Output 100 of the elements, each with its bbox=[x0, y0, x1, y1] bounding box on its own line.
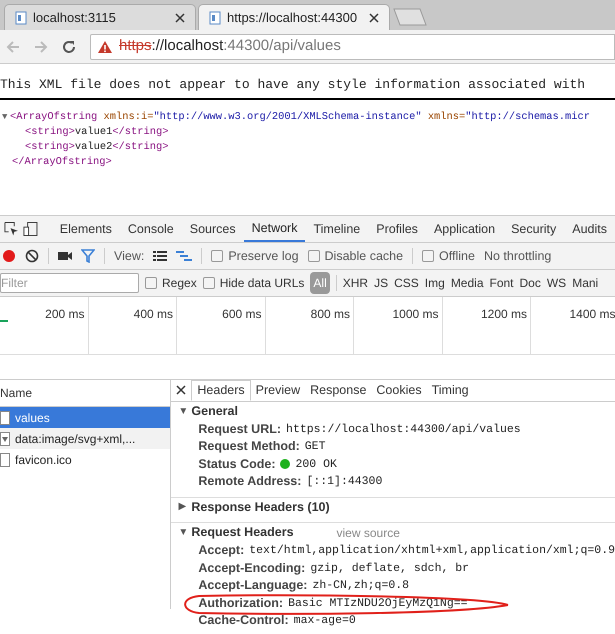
request-name: data:image/svg+xml,... bbox=[15, 430, 136, 448]
header-value: Basic MTIzNDU2OjEyMzQ1Ng== bbox=[288, 596, 468, 612]
detail-tab[interactable]: Headers bbox=[191, 380, 251, 401]
type-filter[interactable]: WS bbox=[546, 274, 566, 292]
checkbox-label: Offline bbox=[439, 248, 475, 265]
tab-title: https://localhost:44300 bbox=[227, 8, 358, 27]
device-icon[interactable] bbox=[22, 221, 38, 237]
header-value: zh-CN,zh;q=0.8 bbox=[312, 578, 410, 594]
request-row[interactable]: data:image/svg+xml,... bbox=[0, 428, 170, 449]
timeline-bar bbox=[0, 320, 8, 322]
checkbox-label: Hide data URLs bbox=[220, 275, 304, 292]
expand-toggle[interactable]: ▼ bbox=[178, 525, 186, 540]
timeline-tick: 800 ms bbox=[310, 307, 350, 321]
section-title[interactable]: General bbox=[191, 402, 238, 420]
header-name: Request Method: bbox=[198, 438, 300, 456]
xml-line: <ArrayOfstring xmlns:i="http://www.w3.org/2001/XMLSchema-instance" xmlns="http://schemas.micr bbox=[10, 110, 590, 124]
header-value: [::1]:44300 bbox=[306, 474, 382, 490]
warning-icon[interactable] bbox=[97, 40, 113, 54]
throttling-dropdown[interactable]: No throttling bbox=[484, 246, 552, 266]
detail-tab[interactable]: Response bbox=[305, 380, 372, 401]
waterfall-view-icon[interactable] bbox=[176, 250, 192, 262]
section-title[interactable]: Response Headers (10) bbox=[191, 498, 330, 516]
header-value: https://localhost:44300/api/values bbox=[286, 422, 521, 438]
detail-tab[interactable]: Cookies bbox=[371, 380, 427, 401]
collapse-toggle[interactable]: ▼ bbox=[0, 110, 10, 124]
checkbox-label: Disable cache bbox=[324, 248, 404, 265]
devtools-tab[interactable]: Security bbox=[503, 216, 564, 242]
type-filter[interactable]: CSS bbox=[394, 274, 419, 292]
type-filter[interactable]: Media bbox=[450, 274, 484, 292]
header-value: GET bbox=[304, 439, 326, 456]
clear-icon[interactable] bbox=[25, 249, 39, 263]
browser-tab[interactable]: https://localhost:44300 bbox=[198, 4, 390, 30]
devtools-tab[interactable]: Audits bbox=[564, 216, 615, 242]
devtools-tab[interactable]: Console bbox=[120, 216, 182, 242]
browser-tab[interactable]: localhost:3115 bbox=[4, 4, 196, 30]
checkbox[interactable] bbox=[211, 250, 224, 262]
type-filter[interactable]: Doc bbox=[520, 274, 541, 292]
page-icon[interactable] bbox=[209, 10, 221, 24]
checkbox-label: Preserve log bbox=[228, 248, 299, 265]
image-file-icon[interactable] bbox=[0, 432, 10, 446]
timeline-tick: 200 ms bbox=[45, 307, 84, 321]
checkbox[interactable] bbox=[145, 277, 157, 289]
filter-icon[interactable] bbox=[81, 249, 95, 263]
close-icon[interactable] bbox=[369, 12, 379, 22]
xml-line: <string>value2</string> bbox=[24, 140, 170, 154]
url-text: https://localhost:44300/api/values bbox=[119, 36, 341, 56]
devtools-tab[interactable]: Timeline bbox=[305, 216, 368, 242]
header-name: Status Code: bbox=[198, 456, 276, 473]
expand-toggle[interactable]: ▶ bbox=[178, 499, 186, 514]
timeline-tick: 600 ms bbox=[222, 307, 262, 321]
file-icon[interactable] bbox=[0, 410, 10, 424]
tab-title: localhost:3115 bbox=[33, 8, 117, 27]
record-icon[interactable] bbox=[2, 249, 16, 263]
type-filter[interactable]: Img bbox=[424, 274, 445, 292]
devtools-tab[interactable]: Application bbox=[426, 216, 504, 242]
type-filter[interactable]: Mani bbox=[572, 274, 598, 292]
expand-toggle[interactable]: ▼ bbox=[178, 404, 186, 419]
header-value: 200 OK bbox=[295, 456, 337, 473]
file-icon[interactable] bbox=[0, 452, 10, 466]
page-icon[interactable] bbox=[15, 10, 27, 24]
close-icon[interactable] bbox=[176, 385, 186, 396]
request-row[interactable]: values bbox=[0, 407, 170, 428]
view-label: View: bbox=[114, 248, 144, 265]
header-name: Cache-Control: bbox=[198, 612, 289, 630]
checkbox[interactable] bbox=[422, 250, 434, 262]
xml-line: <string>value1</string> bbox=[24, 124, 170, 140]
devtools-tab[interactable]: Sources bbox=[182, 216, 244, 242]
timeline-tick: 1000 ms bbox=[392, 307, 438, 321]
checkbox[interactable] bbox=[308, 250, 320, 262]
timeline-tick: 1200 ms bbox=[480, 307, 527, 321]
checkbox-label: Regex bbox=[162, 275, 197, 292]
detail-tab[interactable]: Timing bbox=[426, 380, 474, 401]
filter-field[interactable]: Filter bbox=[0, 273, 139, 293]
address-bar[interactable]: https://localhost:44300/api/values bbox=[90, 34, 615, 60]
xml-notice: This XML file does not appear to have any style information associated with bbox=[0, 64, 615, 100]
camera-icon[interactable] bbox=[58, 250, 72, 262]
checkbox[interactable] bbox=[202, 277, 215, 289]
devtools-tab[interactable]: Profiles bbox=[368, 216, 426, 242]
header-value: gzip, deflate, sdch, br bbox=[310, 560, 470, 577]
new-tab-icon[interactable] bbox=[392, 8, 428, 26]
timeline-tick: 400 ms bbox=[134, 307, 173, 321]
type-filter[interactable]: XHR bbox=[342, 274, 368, 292]
close-icon[interactable] bbox=[175, 12, 185, 22]
reload-icon[interactable] bbox=[62, 40, 76, 54]
header-value: max-age=0 bbox=[294, 613, 356, 630]
request-name: favicon.ico bbox=[15, 452, 72, 468]
header-name: Remote Address: bbox=[198, 473, 302, 490]
type-filter[interactable]: JS bbox=[374, 274, 388, 292]
view-source-link[interactable]: view source bbox=[336, 524, 400, 542]
request-name: values bbox=[15, 410, 50, 426]
inspect-icon[interactable] bbox=[4, 221, 19, 237]
detail-tab[interactable]: Preview bbox=[250, 380, 306, 401]
header-name: Accept-Encoding: bbox=[198, 560, 306, 577]
section-title[interactable]: Request Headers bbox=[191, 523, 294, 542]
type-filter[interactable]: Font bbox=[490, 274, 514, 292]
header-name: Authorization: bbox=[198, 594, 284, 612]
devtools-tab[interactable]: Elements bbox=[52, 216, 120, 242]
timeline-tick: 1400 ms bbox=[569, 307, 615, 321]
list-view-icon[interactable] bbox=[153, 250, 168, 262]
header-name: Accept-Language: bbox=[198, 577, 308, 594]
